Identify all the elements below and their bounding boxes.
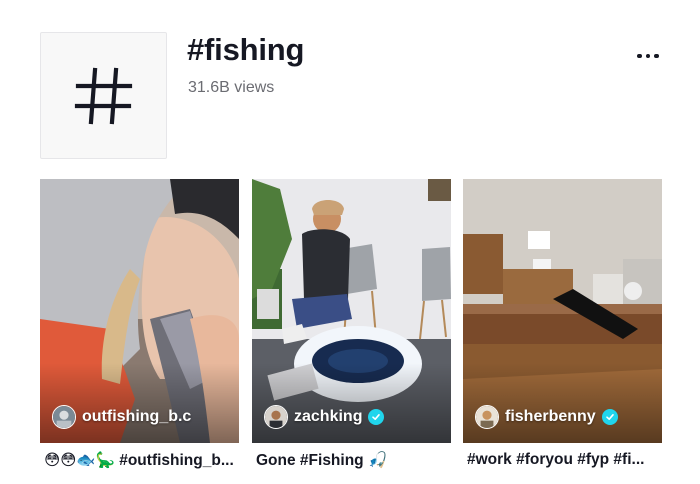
video-thumbnail[interactable]: fisherbenny — [463, 179, 662, 443]
video-author[interactable]: outfishing_b.c — [52, 405, 191, 429]
video-author[interactable]: zachking — [264, 405, 385, 429]
video-caption[interactable]: 😳😳🐟🦕 #outfishing_b... — [44, 451, 239, 470]
more-dots-icon — [637, 53, 642, 59]
hash-icon — [74, 67, 132, 124]
author-avatar[interactable] — [475, 405, 499, 429]
author-name[interactable]: zachking — [294, 408, 362, 426]
video-caption[interactable]: Gone #Fishing 🎣 — [256, 451, 451, 470]
video-card[interactable]: outfishing_b.c 😳😳🐟🦕 #outfishing_b... — [40, 179, 239, 469]
author-name[interactable]: outfishing_b.c — [82, 408, 191, 426]
author-name[interactable]: fisherbenny — [505, 408, 596, 426]
video-thumbnail[interactable]: outfishing_b.c — [40, 179, 239, 443]
author-avatar[interactable] — [52, 405, 76, 429]
more-options-button[interactable] — [633, 46, 663, 66]
verified-badge-icon — [368, 409, 385, 425]
hashtag-views: 31.6B views — [188, 79, 275, 96]
hashtag-title: #fishing — [187, 32, 305, 67]
verified-badge-icon — [601, 409, 618, 425]
video-card[interactable]: zachking Gone #Fishing 🎣 — [252, 179, 451, 469]
hashtag-avatar — [40, 32, 167, 159]
video-author[interactable]: fisherbenny — [475, 405, 618, 429]
video-caption[interactable]: #work #foryou #fyp #fi... — [467, 451, 662, 469]
author-avatar[interactable] — [264, 405, 288, 429]
video-thumbnail[interactable]: zachking — [252, 179, 451, 443]
video-card[interactable]: fisherbenny #work #foryou #fyp #fi... — [463, 179, 662, 468]
